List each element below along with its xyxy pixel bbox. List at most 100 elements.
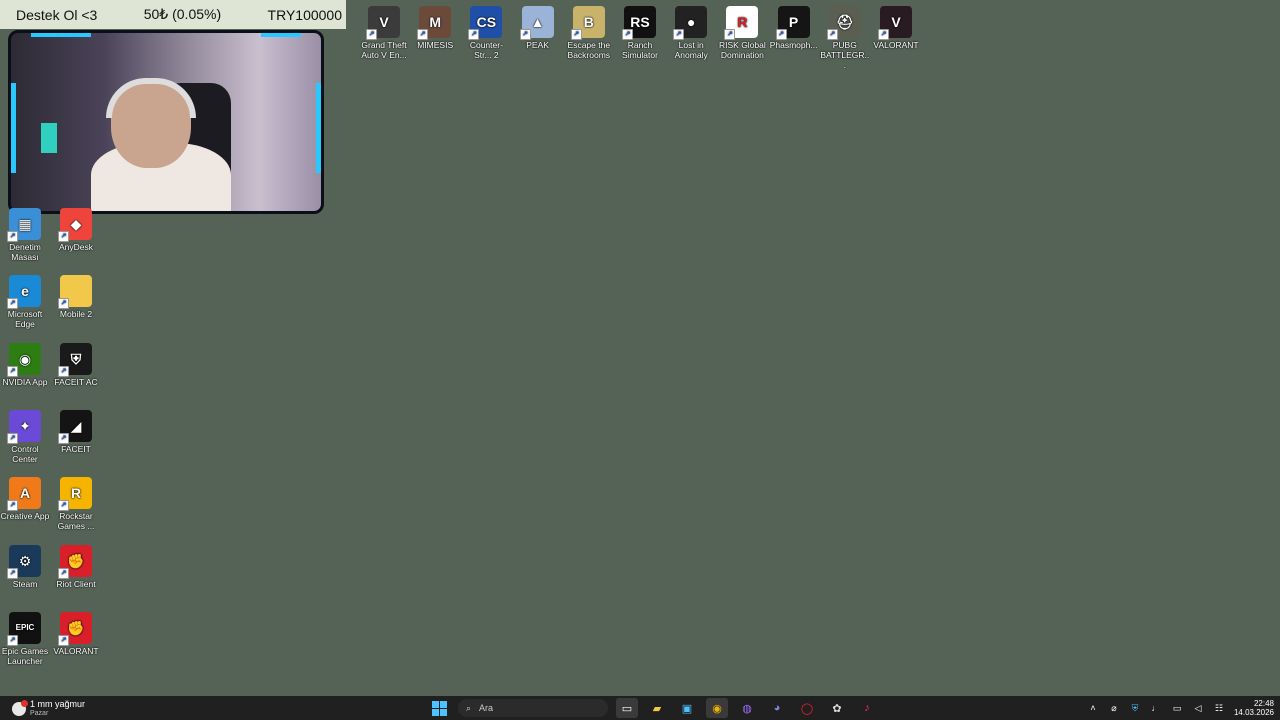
shortcut-label: Lost in Anomaly	[674, 40, 708, 60]
control-panel-icon: ▦ ↗	[7, 208, 41, 242]
shortcut-label: AnyDesk	[58, 242, 93, 252]
shortcut-arrow-icon: ↗	[622, 29, 633, 40]
desktop-shortcut[interactable]: ⚙ ↗ Steam	[0, 544, 50, 589]
desktop-shortcut[interactable]: ✊ ↗ Riot Client	[51, 544, 101, 589]
desktop-shortcut[interactable]: ⛨ ↗ FACEIT AC	[51, 342, 101, 387]
network-off-icon[interactable]: ⌀	[1108, 702, 1120, 714]
ranch-simulator-icon: RS ↗	[622, 6, 656, 40]
desktop-shortcut[interactable]: ◢ ↗ FACEIT	[51, 409, 101, 454]
desktop-shortcut[interactable]: RS ↗ Ranch Simulator	[615, 6, 665, 60]
desktop-shortcut[interactable]: B ↗ Escape the Backrooms	[564, 6, 614, 60]
valorant-icon: ✊ ↗	[58, 611, 92, 646]
escape-backrooms-icon: B ↗	[570, 6, 605, 40]
epic-games-icon: EPIC ↗	[7, 611, 41, 646]
shortcut-label: Rockstar Games ...	[57, 511, 95, 532]
network-icon[interactable]: ☷	[1213, 702, 1225, 714]
rockstar-icon: R ↗	[58, 477, 92, 512]
search-input[interactable]: ⌕ Ara	[458, 699, 608, 717]
clock[interactable]: 22:48 14.03.2026	[1234, 699, 1274, 717]
store-button[interactable]: ▣	[676, 698, 698, 718]
start-button[interactable]	[428, 698, 450, 718]
risk-icon: R ↗	[724, 6, 759, 40]
weather-widget[interactable]: 1 mm yağmur Pazar	[12, 699, 85, 719]
shortcut-arrow-icon: ↗	[58, 231, 69, 242]
desktop-shortcut[interactable]: P ↗ Phasmoph...	[769, 6, 819, 50]
webcam-overlay	[8, 30, 324, 214]
shortcut-label: PUBG BATTLEGR...	[820, 40, 870, 70]
peak-icon: ▲ ↗	[519, 6, 554, 40]
weather-day: Pazar	[30, 710, 49, 717]
counter-strike-icon: CS ↗	[468, 6, 503, 40]
shortcut-label: Denetim Masası	[9, 242, 41, 262]
search-icon: ⌕	[466, 702, 472, 713]
taskbar-center: ⌕ Ara ▭ ▰ ▣ ◉ ◍ ◕ ◯ ✿ ♪	[428, 698, 878, 718]
riot-client-icon: ✊ ↗	[58, 544, 92, 579]
shortcut-label: Steam	[12, 578, 38, 589]
system-tray: ˄ ⌀ ⛨ ♩ ▭ ◁ ☷ 22:48 14.03.2026	[1087, 699, 1274, 717]
valorant-icon: V ↗	[878, 6, 912, 40]
app-button[interactable]: ✿	[826, 698, 848, 718]
shortcut-label: Ranch Simulator	[622, 40, 658, 60]
opera-button[interactable]: ◯	[796, 698, 818, 718]
desktop-shortcut[interactable]: ◆ ↗ AnyDesk	[51, 208, 101, 252]
faceit-ac-icon: ⛨ ↗	[58, 342, 92, 377]
steam-icon: ⚙ ↗	[7, 544, 41, 579]
shortcut-arrow-icon: ↗	[417, 29, 429, 40]
display-icon[interactable]: ▭	[1171, 702, 1183, 714]
desktop-shortcut[interactable]: ✦ ↗ Control Center	[0, 409, 50, 464]
chrome-button[interactable]: ◉	[706, 698, 728, 718]
shortcut-arrow-icon: ↗	[468, 29, 480, 40]
clock-time: 22:48	[1253, 699, 1274, 708]
desktop-shortcut[interactable]: R ↗ Rockstar Games ...	[51, 477, 101, 531]
search-placeholder: Ara	[479, 703, 494, 713]
chevron-up-icon[interactable]: ˄	[1087, 702, 1099, 714]
shortcut-label: Control Center	[11, 443, 39, 464]
desktop-shortcut[interactable]: ▲ ↗ PEAK	[513, 6, 563, 50]
desktop-shortcut[interactable]: ◉ ↗ NVIDIA App	[0, 342, 50, 387]
shortcut-arrow-icon: ↗	[519, 29, 531, 40]
desktop-shortcut[interactable]: ✊ ↗ VALORANT	[51, 611, 101, 656]
shortcut-arrow-icon: ↗	[673, 29, 685, 40]
anydesk-icon: ◆ ↗	[58, 208, 92, 242]
desktop-shortcut[interactable]: CS ↗ Counter-Str... 2	[461, 6, 511, 60]
desktop-shortcut[interactable]: ● ↗ Lost in Anomaly	[666, 6, 716, 60]
shortcut-label: Microsoft Edge	[7, 309, 43, 330]
desktop-shortcut[interactable]: R ↗ RISK Global Domination	[717, 6, 767, 60]
shortcut-arrow-icon: ↗	[7, 298, 18, 310]
desktop-shortcut[interactable]: M ↗ MIMESIS	[410, 6, 460, 50]
desktop-shortcut[interactable]: ▦ ↗ Denetim Masası	[0, 208, 50, 262]
desktop-shortcut[interactable]: ↗ Mobile 2	[51, 275, 101, 319]
shortcut-label: Mobile 2	[59, 309, 93, 320]
lost-in-anomaly-icon: ● ↗	[673, 6, 708, 40]
faceit-icon: ◢ ↗	[58, 409, 92, 444]
file-explorer-button[interactable]: ▰	[646, 698, 668, 718]
donation-bar: Destek Ol <3 50₺ (0.05%) TRY100000	[0, 0, 346, 29]
task-view-button[interactable]: ▭	[616, 698, 638, 718]
discord-button[interactable]: ◕	[766, 698, 788, 718]
desktop-shortcut[interactable]: V ↗ Grand Theft Auto V En...	[359, 6, 409, 60]
shortcut-label: MIMESIS	[417, 40, 454, 50]
messenger-button[interactable]: ◍	[736, 698, 758, 718]
shortcut-label: VALORANT	[873, 40, 919, 50]
shield-icon[interactable]: ⛨	[1129, 702, 1141, 714]
folder-icon: ↗	[58, 275, 92, 310]
shortcut-label: PEAK	[526, 40, 549, 50]
shortcut-label: RISK Global Domination	[719, 40, 766, 60]
shortcut-arrow-icon: ↗	[724, 29, 736, 40]
volume-icon[interactable]: ◁	[1192, 702, 1204, 714]
mic-icon[interactable]: ♩	[1150, 702, 1162, 714]
shortcut-arrow-icon: ↗	[570, 29, 582, 40]
desktop-shortcut[interactable]: ⛑ ↗ PUBG BATTLEGR...	[820, 6, 870, 70]
shortcut-arrow-icon: ↗	[7, 634, 18, 646]
shortcut-label: FACEIT AC	[54, 376, 98, 387]
shortcut-label: Creative App	[0, 511, 50, 522]
donation-amount: 50₺ (0.05%)	[143, 6, 222, 22]
shortcut-arrow-icon: ↗	[58, 500, 69, 512]
desktop-shortcut[interactable]: V ↗ VALORANT	[871, 6, 921, 50]
desktop-shortcut[interactable]: EPIC ↗ Epic Games Launcher	[0, 611, 50, 666]
desktop-shortcut[interactable]: A ↗ Creative App	[0, 477, 50, 521]
shortcut-arrow-icon: ↗	[7, 231, 18, 242]
shortcut-arrow-icon: ↗	[7, 365, 18, 377]
desktop-shortcut[interactable]: e ↗ Microsoft Edge	[0, 275, 50, 329]
tiktok-button[interactable]: ♪	[856, 698, 878, 718]
